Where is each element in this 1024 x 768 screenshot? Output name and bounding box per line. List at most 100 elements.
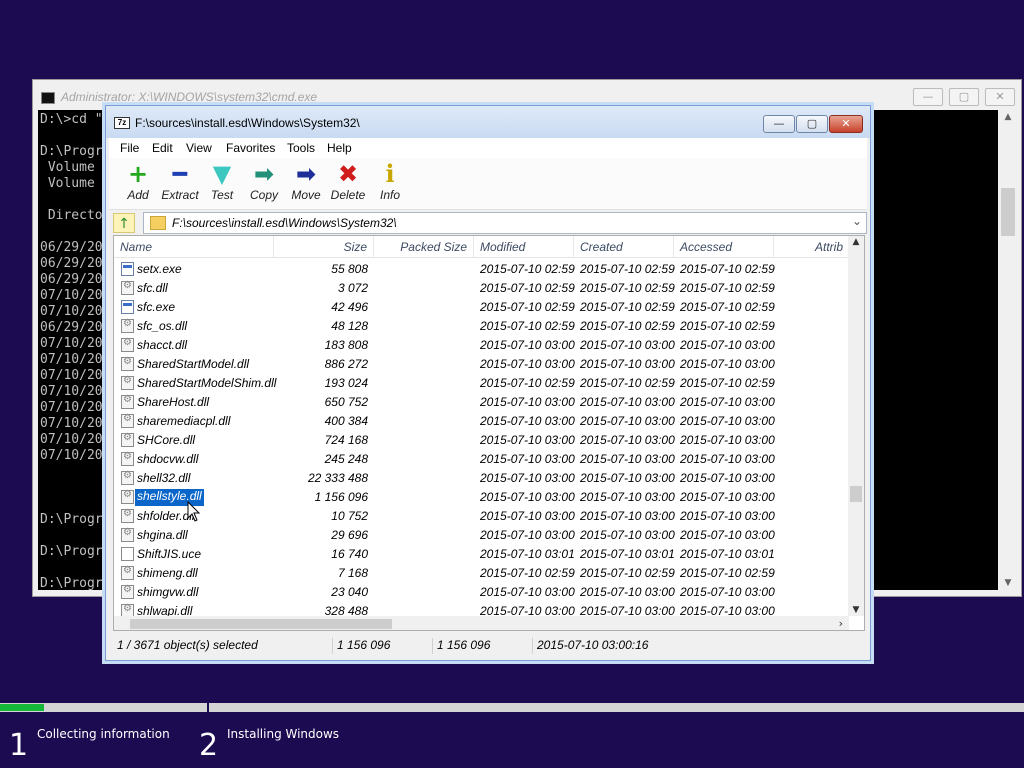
setup-progress-fill	[0, 704, 45, 711]
scroll-up-icon[interactable]: ▲	[998, 112, 1018, 122]
file-name: sfc.exe	[137, 300, 176, 314]
file-modified: 2015-07-10 02:59	[480, 376, 575, 390]
file-modified: 2015-07-10 02:59	[480, 319, 575, 333]
toolbar-label: Delete	[330, 188, 366, 202]
fm-maximize-button[interactable]: ▢	[796, 115, 828, 133]
column-packed-size[interactable]: Packed Size	[374, 236, 474, 258]
status-selection: 1 / 3671 object(s) selected	[113, 638, 333, 654]
list-hscroll-thumb[interactable]	[130, 619, 392, 629]
fm-minimize-button[interactable]: —	[763, 115, 795, 133]
file-row[interactable]: ShiftJIS.uce 16 740 2015-07-10 03:01 2015-0…	[114, 545, 849, 564]
toolbar-add-button[interactable]: + Add	[115, 160, 161, 208]
file-row[interactable]: shimgvw.dll 23 040 2015-07-10 03:00 2015-07…	[114, 583, 849, 602]
file-modified: 2015-07-10 03:00	[480, 414, 575, 428]
console-line: D:\Progr	[40, 576, 103, 590]
dll-file-icon	[121, 375, 134, 390]
cmd-minimize-button[interactable]: —	[913, 88, 943, 106]
menu-tools[interactable]: Tools	[287, 141, 315, 155]
menu-view[interactable]: View	[186, 141, 212, 155]
column-name[interactable]: Name	[114, 236, 274, 258]
cmd-scrollbar[interactable]: ▲ ▼	[998, 110, 1018, 590]
console-line: 07/10/20	[40, 368, 103, 383]
status-size: 1 156 096	[333, 638, 433, 654]
file-size: 29 696	[331, 528, 368, 542]
file-created: 2015-07-10 03:00	[580, 433, 675, 447]
toolbar-label: Copy	[249, 188, 278, 202]
file-row[interactable]: shimeng.dll 7 168 2015-07-10 02:59 2015-07-…	[114, 564, 849, 583]
file-row[interactable]: ShareHost.dll 650 752 2015-07-10 03:00 2015…	[114, 393, 849, 412]
file-size: 22 333 488	[307, 471, 368, 485]
menu-help[interactable]: Help	[327, 141, 352, 155]
file-row[interactable]: sharemediacpl.dll 400 384 2015-07-10 03:00…	[114, 412, 849, 431]
file-row[interactable]: sfc.exe 42 496 2015-07-10 02:59 2015-07-10 …	[114, 298, 849, 317]
exe-file-icon	[121, 300, 134, 314]
file-row[interactable]: setx.exe 55 808 2015-07-10 02:59 2015-07-10…	[114, 260, 849, 279]
toolbar-delete-button[interactable]: ✖ Delete	[325, 160, 371, 208]
document-file-icon	[121, 547, 134, 561]
console-line: 06/29/20	[40, 320, 103, 335]
scroll-right-icon[interactable]: ›	[839, 617, 843, 630]
console-line: 06/29/20	[40, 240, 103, 255]
console-line: Directo	[40, 208, 103, 223]
console-line: D:\>cd "	[40, 112, 103, 127]
file-accessed: 2015-07-10 03:00	[680, 509, 775, 523]
file-row[interactable]: sfc_os.dll 48 128 2015-07-10 02:59 2015-07-…	[114, 317, 849, 336]
column-size[interactable]: Size	[274, 236, 374, 258]
file-size: 3 072	[337, 281, 368, 295]
toolbar-move-button[interactable]: ➡ Move	[283, 160, 329, 208]
step-2-label: Installing Windows	[227, 727, 340, 741]
file-modified: 2015-07-10 02:59	[480, 566, 575, 580]
file-row[interactable]: SharedStartModel.dll 886 272 2015-07-10 03…	[114, 355, 849, 374]
file-row[interactable]: SharedStartModelShim.dll 193 024 2015-07-1…	[114, 374, 849, 393]
file-row[interactable]: shacct.dll 183 808 2015-07-10 03:00 2015-07…	[114, 336, 849, 355]
file-created: 2015-07-10 03:00	[580, 585, 675, 599]
list-scroll-thumb[interactable]	[850, 486, 862, 502]
menu-favorites[interactable]: Favorites	[226, 141, 275, 155]
file-row[interactable]: shfolder.dll 10 752 2015-07-10 03:00 2015-0…	[114, 507, 849, 526]
file-name: sfc_os.dll	[137, 319, 188, 333]
step-1-label: Collecting information	[37, 727, 170, 741]
list-vertical-scrollbar[interactable]: ▲ ▼	[848, 236, 864, 616]
file-name: SharedStartModelShim.dll	[137, 376, 277, 390]
file-row[interactable]: sfc.dll 3 072 2015-07-10 02:59 2015-07-10 0…	[114, 279, 849, 298]
column-accessed[interactable]: Accessed	[674, 236, 774, 258]
file-accessed: 2015-07-10 03:00	[680, 585, 775, 599]
up-folder-button[interactable]: ↑	[113, 213, 135, 233]
file-manager-window[interactable]: 7z F:\sources\install.esd\Windows\System…	[105, 105, 871, 661]
file-size: 16 740	[331, 547, 368, 561]
file-row[interactable]: shellstyle.dll1 156 0962015-07-10 03:002…	[114, 488, 849, 507]
column-modified[interactable]: Modified	[474, 236, 574, 258]
file-row[interactable]: shdocvw.dll 245 248 2015-07-10 03:00 2015-0…	[114, 450, 849, 469]
fm-close-button[interactable]: ✕	[829, 115, 863, 133]
file-list[interactable]: Name Size Packed Size Modified Created A…	[113, 235, 865, 631]
toolbar-copy-button[interactable]: ➡ Copy	[241, 160, 287, 208]
file-row[interactable]: shell32.dll 22 333 488 2015-07-10 03:00 201…	[114, 469, 849, 488]
step-1-number: 1	[9, 728, 29, 763]
address-field[interactable]: F:\sources\install.esd\Windows\System32\…	[143, 212, 867, 234]
file-name: shacct.dll	[137, 338, 188, 352]
file-list-header: Name Size Packed Size Modified Created A…	[114, 236, 849, 258]
scroll-down-icon[interactable]: ▼	[848, 605, 864, 615]
file-row[interactable]: SHCore.dll 724 168 2015-07-10 03:00 2015-07…	[114, 431, 849, 450]
toolbar-extract-button[interactable]: ━ Extract	[157, 160, 203, 208]
file-created: 2015-07-10 03:00	[580, 509, 675, 523]
scroll-up-icon[interactable]: ▲	[848, 237, 864, 247]
file-accessed: 2015-07-10 02:59	[680, 376, 775, 390]
scroll-down-icon[interactable]: ▼	[998, 578, 1018, 588]
cmd-maximize-button[interactable]: ▢	[949, 88, 979, 106]
dll-file-icon	[121, 337, 134, 352]
fm-title-bar[interactable]: 7z F:\sources\install.esd\Windows\System…	[106, 106, 870, 138]
file-row[interactable]: shgina.dll 29 696 2015-07-10 03:00 2015-07-…	[114, 526, 849, 545]
menu-edit[interactable]: Edit	[152, 141, 173, 155]
list-horizontal-scrollbar[interactable]: ›	[114, 616, 849, 630]
address-dropdown-icon[interactable]: ⌄	[852, 214, 862, 228]
column-attrib[interactable]: Attrib	[774, 236, 849, 258]
cmd-close-button[interactable]: ✕	[985, 88, 1015, 106]
delete-x-icon: ✖	[337, 160, 359, 188]
toolbar-label: Move	[291, 188, 321, 202]
column-created[interactable]: Created	[574, 236, 674, 258]
cmd-scroll-thumb[interactable]	[1001, 188, 1015, 236]
toolbar-info-button[interactable]: i Info	[367, 160, 413, 208]
toolbar-test-button[interactable]: ▼ Test	[199, 160, 245, 208]
menu-file[interactable]: File	[120, 141, 139, 155]
